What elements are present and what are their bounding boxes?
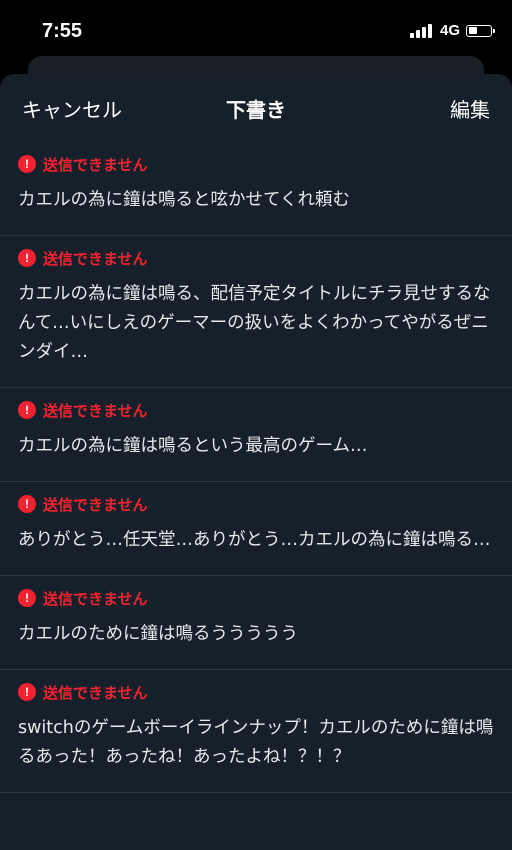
draft-item[interactable]: ! 送信できません switchのゲームボーイラインナップ！カエルのために鐘は鳴…: [0, 670, 512, 793]
draft-item[interactable]: ! 送信できません カエルのために鐘は鳴るううううう: [0, 576, 512, 670]
draft-item[interactable]: ! 送信できません カエルの為に鐘は鳴る、配信予定タイトルにチラ見せするなんて……: [0, 236, 512, 388]
draft-item[interactable]: ! 送信できません ありがとう…任天堂…ありがとう…カエルの為に鐘は鳴る…: [0, 482, 512, 576]
signal-icon: [409, 23, 432, 38]
network-label: 4G: [439, 22, 460, 39]
draft-text: カエルの為に鐘は鳴るという最高のゲーム…: [18, 436, 368, 456]
draft-item[interactable]: ! 送信できません カエルの為に鐘は鳴るという最高のゲーム…: [0, 388, 512, 482]
error-icon: !: [18, 589, 36, 607]
error-icon: !: [18, 401, 36, 419]
error-label: 送信できません: [43, 589, 148, 608]
edit-button[interactable]: 編集: [450, 94, 490, 123]
draft-text: カエルの為に鐘は鳴ると呟かせてくれ頼む: [18, 190, 350, 210]
status-indicators: 4G: [409, 22, 495, 39]
error-label: 送信できません: [43, 401, 148, 420]
page-title: 下書き: [226, 98, 286, 122]
draft-list: ! 送信できません カエルの為に鐘は鳴ると呟かせてくれ頼む ! 送信できません …: [0, 142, 512, 793]
draft-item[interactable]: ! 送信できません カエルの為に鐘は鳴ると呟かせてくれ頼む: [0, 142, 512, 236]
status-bar: 7:55 4G: [0, 0, 512, 60]
error-icon: !: [18, 495, 36, 513]
status-time: 7:55: [42, 20, 83, 42]
draft-text: switchのゲームボーイラインナップ！カエルのために鐘は鳴るあった！あったね！…: [18, 718, 494, 767]
error-icon: !: [18, 683, 36, 701]
draft-text: カエルの為に鐘は鳴る、配信予定タイトルにチラ見せするなんて…いにしえのゲーマーの…: [18, 284, 491, 362]
error-icon: !: [18, 155, 36, 173]
error-row: ! 送信できません: [18, 587, 494, 609]
error-label: 送信できません: [43, 683, 148, 702]
error-icon: !: [18, 249, 36, 267]
battery-fill: [468, 27, 477, 34]
draft-text: カエルのために鐘は鳴るううううう: [18, 624, 298, 644]
sheet-header: キャンセル 下書き 編集: [0, 74, 512, 142]
error-row: ! 送信できません: [18, 153, 494, 175]
error-row: ! 送信できません: [18, 681, 494, 703]
draft-text: ありがとう…任天堂…ありがとう…カエルの為に鐘は鳴る…: [18, 530, 491, 550]
error-row: ! 送信できません: [18, 493, 494, 515]
error-label: 送信できません: [43, 249, 148, 268]
error-label: 送信できません: [43, 495, 148, 514]
drafts-sheet: キャンセル 下書き 編集 ! 送信できません カエルの為に鐘は鳴ると呟かせてくれ…: [0, 74, 512, 850]
battery-icon: [466, 24, 495, 37]
error-row: ! 送信できません: [18, 399, 494, 421]
error-label: 送信できません: [43, 155, 148, 174]
error-row: ! 送信できません: [18, 247, 494, 269]
